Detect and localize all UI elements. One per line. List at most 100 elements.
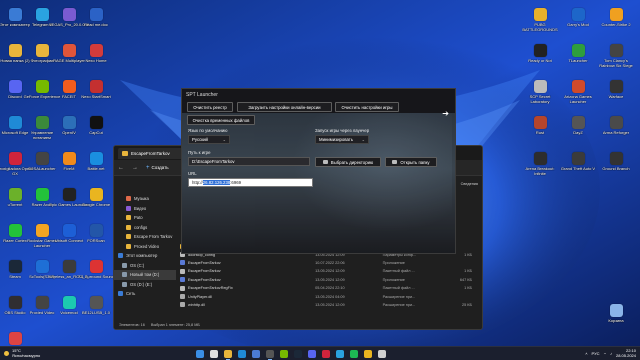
- sidebar-item[interactable]: Музыка: [114, 194, 176, 204]
- clear-game-settings-button[interactable]: Очистить настройки игры: [335, 102, 399, 112]
- desktop-icon[interactable]: Arena Breakout: Infinite: [520, 150, 560, 183]
- desktop-icon[interactable]: CapCut: [76, 114, 116, 147]
- media-taskbar-icon[interactable]: [378, 350, 386, 358]
- load-online-settings-button[interactable]: Загрузить настройки онлайн-версии: [237, 102, 332, 112]
- clear-temp-files-button[interactable]: Очистка временных файлов: [187, 115, 255, 125]
- opera-gx-taskbar-icon[interactable]: [322, 350, 330, 358]
- app-icon: [62, 152, 76, 165]
- desktop-icon[interactable]: Rust: [520, 114, 560, 147]
- desktop-icon[interactable]: PUBG BATTLEGROUNDS: [520, 6, 560, 39]
- edge-taskbar-icon[interactable]: [238, 350, 246, 358]
- forward-button[interactable]: →: [132, 165, 138, 171]
- nvidia-taskbar-icon[interactable]: [280, 350, 288, 358]
- open-folder-button[interactable]: Открыть папку: [385, 157, 437, 167]
- desktop-icon[interactable]: Nexo Home: [76, 42, 116, 75]
- tarkov-taskbar-icon[interactable]: [266, 350, 274, 360]
- desktop-icon[interactable]: 7-1 Surround Sound: [76, 258, 116, 291]
- file-row[interactable]: winhttp.dll 13.05.2024 12:09 Расширение пр…: [180, 301, 472, 309]
- file-date: 05.04.2024 22:10: [315, 286, 345, 291]
- file-type: Пакетный файл ...: [382, 286, 415, 291]
- game-path-input[interactable]: D:\EscapeFromTarkov: [188, 157, 310, 166]
- app-icon: [533, 8, 547, 21]
- desktop-icon[interactable]: Nexo StartSmart: [76, 78, 116, 111]
- sidebar-item[interactable]: Escape From Tarkov: [114, 232, 176, 242]
- file-name: EscapeFromTarkov: [188, 269, 221, 274]
- app-icon: [609, 8, 623, 21]
- file-row[interactable]: EscapeFromTarkov 13.05.2024 12:09 Приложен…: [180, 276, 472, 284]
- chrome-taskbar-icon[interactable]: [364, 350, 372, 358]
- sidebar-item[interactable]: Pato: [114, 213, 176, 223]
- new-button[interactable]: + Создать: [146, 165, 169, 171]
- sidebar-item[interactable]: OS (D:) (E:): [114, 280, 176, 290]
- spt-launcher-window[interactable]: SPT Launcher Очистить реестр Загрузить н…: [181, 88, 456, 254]
- folder-icon: [126, 196, 131, 202]
- folder-icon: [126, 215, 131, 221]
- select-directory-button[interactable]: Выбрать директорию: [315, 157, 381, 167]
- details-button[interactable]: Сведения: [461, 182, 478, 186]
- clear-registry-button[interactable]: Очистить реестр: [187, 102, 233, 112]
- sidebar-item[interactable]: Новый том (D:): [114, 270, 176, 280]
- clock[interactable]: 22:10 28.05.2024: [616, 348, 636, 359]
- sidebar-item[interactable]: Видео: [114, 204, 176, 214]
- app-icon: [62, 224, 76, 237]
- desktop-icon[interactable]: Tom Clancy's Rainbow Six Siege: [596, 42, 636, 75]
- store-taskbar-icon[interactable]: [252, 350, 260, 358]
- language-select[interactable]: Русский ⌄: [188, 135, 230, 144]
- sidebar-item[interactable]: Сеть: [114, 289, 176, 299]
- desktop-icon[interactable]: Google Chrome: [76, 186, 116, 219]
- launcher-title: SPT Launcher: [186, 92, 218, 98]
- sidebar-item[interactable]: configs: [114, 223, 176, 233]
- server-url-input[interactable]: http://26.82.126.238:6969: [188, 178, 313, 187]
- desktop-icon[interactable]: Warface: [596, 78, 636, 111]
- desktop-icon[interactable]: Counter-Strike 2: [596, 6, 636, 39]
- desktop-icon-label: Garry's Mod: [567, 23, 589, 27]
- file-name: EscapeFromTarkovRegFix: [188, 286, 233, 291]
- discord-taskbar-icon[interactable]: [308, 350, 316, 358]
- desktop-icon[interactable]: Корзина: [596, 302, 636, 335]
- desktop-icon[interactable]: BE12LUSB_1.0: [76, 294, 116, 327]
- desktop-icon[interactable]: Grand Theft Auto V: [558, 150, 598, 183]
- explorer-sidebar: Музыка Видео Pato configs Escape From Tarkov…: [114, 194, 176, 321]
- wifi-icon[interactable]: ◔: [604, 351, 606, 356]
- telegram-taskbar-icon[interactable]: [336, 350, 344, 358]
- app-icon: [8, 116, 22, 129]
- sidebar-item[interactable]: Proxed Video: [114, 242, 176, 252]
- desktop-icon[interactable]: DayZ: [558, 114, 598, 147]
- desktop-icon[interactable]: FORScan: [76, 222, 116, 255]
- steam-taskbar-icon[interactable]: [294, 350, 302, 358]
- file-row[interactable]: EscapeFromTarkov 13.05.2024 12:09 Пакетный…: [180, 267, 472, 275]
- folder-icon: [126, 234, 131, 240]
- spotify-taskbar-icon[interactable]: [350, 350, 358, 358]
- file-explorer-taskbar-icon[interactable]: [224, 350, 232, 360]
- sidebar-item[interactable]: Этот компьютер: [114, 251, 176, 261]
- search-taskbar-icon[interactable]: [210, 350, 218, 358]
- startup-behavior-select[interactable]: Минимизировать ⌄: [315, 135, 369, 144]
- sidebar-item-label: Музыка: [134, 196, 149, 202]
- desktop-icon[interactable]: Arma Reforger: [596, 114, 636, 147]
- file-row[interactable]: UnityPlayer.dll 13.05.2024 04:09 Расширени…: [180, 292, 472, 300]
- desktop-icon-label: TLauncher: [568, 59, 588, 63]
- url-host-selected: 26.82.126.238: [202, 180, 231, 185]
- file-row[interactable]: EscapeFromTarkovRegFix 05.04.2024 22:10 Па…: [180, 284, 472, 292]
- desktop-icon[interactable]: Read me.doc: [76, 6, 116, 39]
- desktop-icon[interactable]: Ground Branch: [596, 150, 636, 183]
- language-indicator[interactable]: РУС: [592, 351, 600, 356]
- start-taskbar-icon[interactable]: [196, 350, 204, 358]
- open-folder-label: Открыть папку: [400, 159, 430, 165]
- app-icon: [8, 8, 22, 21]
- file-row[interactable]: EscapeFromTarkov 10.07.2022 22:06 Приложен…: [180, 259, 472, 267]
- desktop-icon[interactable]: TLauncher: [558, 42, 598, 75]
- new-button-label: Создать: [151, 165, 169, 170]
- volume-icon[interactable]: ♪: [610, 351, 612, 356]
- back-button[interactable]: ←: [118, 165, 124, 171]
- chevron-up-icon[interactable]: ˄: [585, 351, 587, 356]
- forward-arrow-icon[interactable]: ➔: [442, 109, 449, 118]
- desktop-icon[interactable]: Ready or Not: [520, 42, 560, 75]
- desktop-icon[interactable]: Garry's Mod: [558, 6, 598, 39]
- desktop-icon[interactable]: Arizona Games Launcher: [558, 78, 598, 111]
- desktop-icon[interactable]: Battle.net: [76, 150, 116, 183]
- item-count: Элементов: 16: [119, 323, 145, 327]
- sidebar-item-label: Escape From Tarkov: [134, 234, 173, 240]
- sidebar-item[interactable]: OS (C:): [114, 261, 176, 271]
- desktop-icon[interactable]: SCP Secret Laboratory: [520, 78, 560, 111]
